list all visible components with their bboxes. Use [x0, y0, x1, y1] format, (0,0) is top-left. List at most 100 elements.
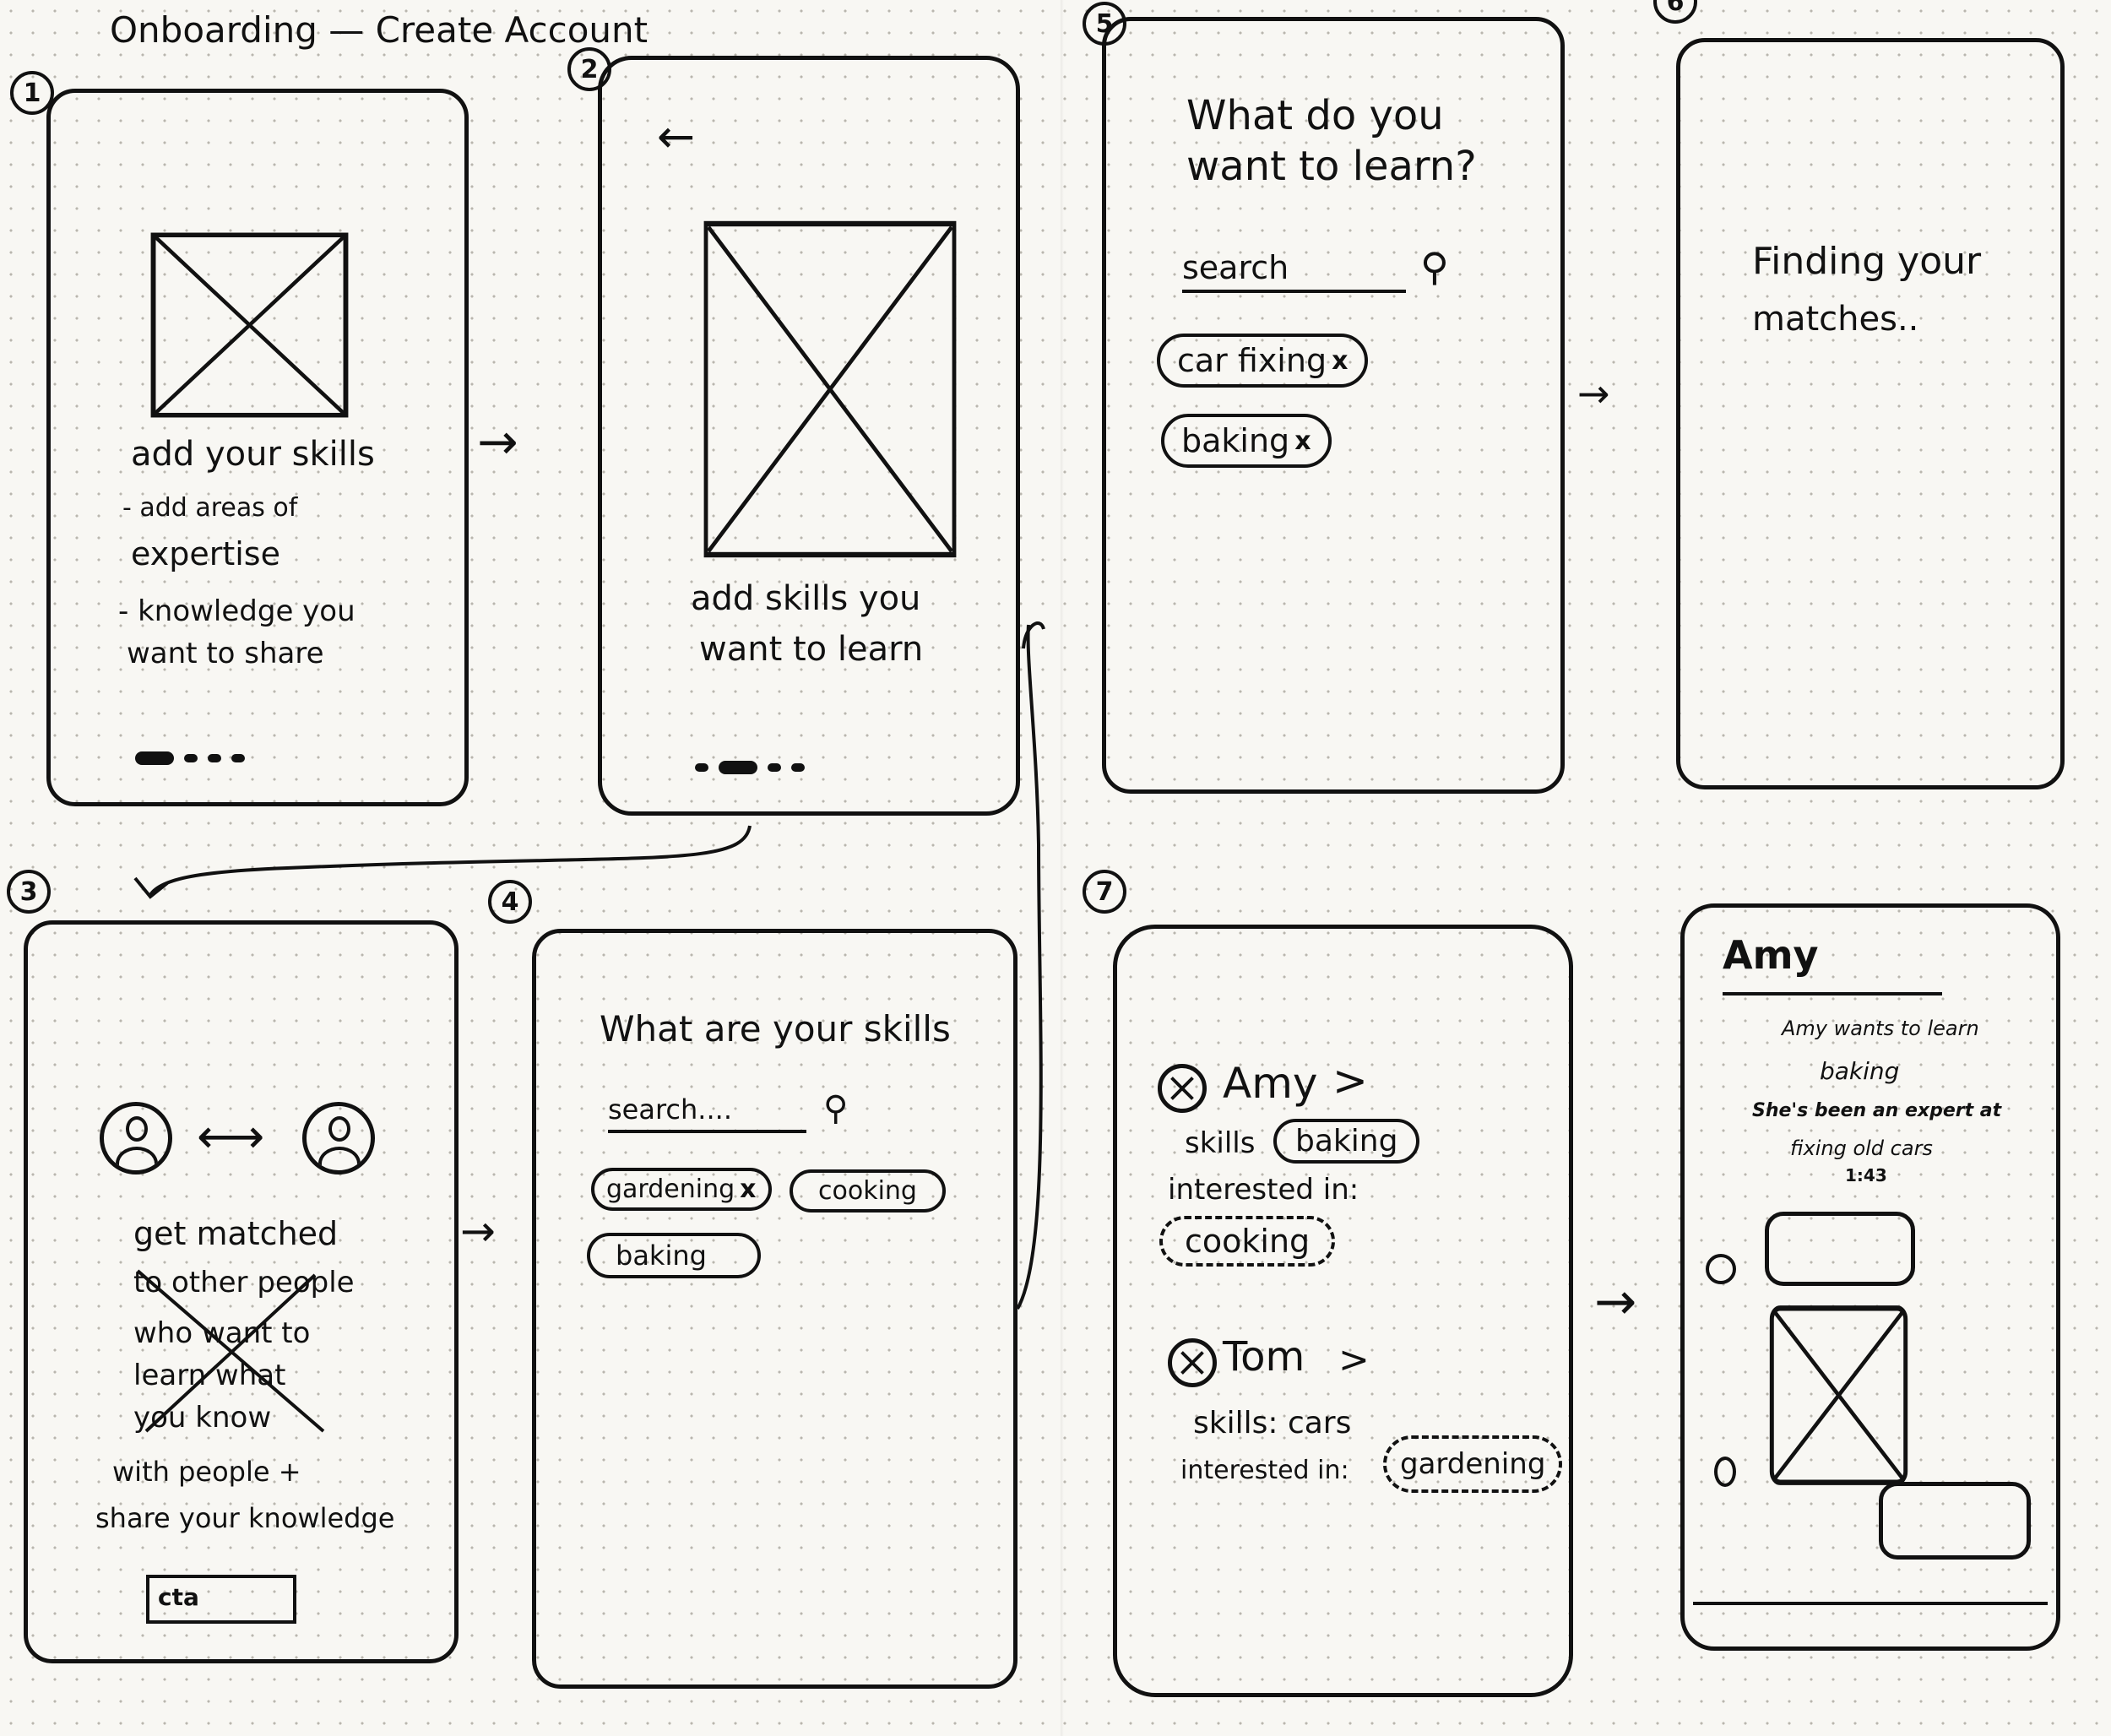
chip-label: baking	[1295, 1124, 1398, 1158]
step-number-4: 4	[488, 880, 532, 924]
incoming-message-bubble[interactable]	[1765, 1212, 1915, 1286]
arrow-1-to-2: →	[477, 413, 518, 470]
back-arrow-icon[interactable]: ←	[657, 110, 695, 163]
arrow-3-to-4: →	[460, 1207, 496, 1256]
pagination-dots[interactable]	[695, 761, 805, 774]
strike-through-mark	[136, 1269, 325, 1433]
screen-7-match-list: Amy > skills baking interested in: cooki…	[1113, 925, 1573, 1697]
step-number-label: 4	[501, 887, 519, 917]
step-number-label: 6	[1666, 0, 1685, 17]
screen-1-heading: add your skills	[131, 435, 375, 474]
chip-label: cooking	[818, 1176, 917, 1206]
learn-chip-baking[interactable]: baking x	[1161, 414, 1332, 468]
remove-chip-icon[interactable]: x	[1294, 426, 1311, 456]
skill-chip-gardening[interactable]: gardening x	[591, 1168, 772, 1211]
search-placeholder: search....	[608, 1093, 732, 1126]
image-placeholder	[150, 232, 349, 418]
shared-image-placeholder[interactable]	[1769, 1305, 1908, 1486]
notebook-fold	[1061, 0, 1064, 1736]
chip-label: gardening	[1400, 1447, 1546, 1481]
page-dot[interactable]	[231, 754, 245, 762]
double-arrow-icon: ⟷	[197, 1109, 265, 1164]
chip-label: baking	[616, 1240, 707, 1272]
arrow-5-to-6: →	[1577, 371, 1610, 416]
user-avatar-icon	[302, 1102, 375, 1175]
page-dot[interactable]	[791, 763, 805, 772]
chip-label: gardening	[606, 1175, 735, 1204]
screen-5-title-line2: want to learn?	[1186, 143, 1477, 190]
chat-info-line3: She's been an expert at	[1752, 1100, 2002, 1121]
pagination-dots[interactable]	[135, 751, 245, 765]
chat-info-line2: baking	[1820, 1057, 1900, 1085]
message-input-bar[interactable]	[1693, 1602, 2048, 1605]
chevron-right-icon[interactable]: >	[1338, 1338, 1370, 1382]
page-dot-active[interactable]	[135, 751, 174, 765]
continue-button[interactable]: cta	[146, 1575, 296, 1624]
chevron-right-icon[interactable]: >	[1332, 1056, 1368, 1106]
step-number-label: 3	[19, 876, 38, 907]
skill-chip-baking: baking	[1273, 1119, 1420, 1164]
connector-5-head	[1022, 621, 1045, 649]
page-dot[interactable]	[208, 754, 221, 762]
screen-3-line7: share your knowledge	[95, 1502, 395, 1534]
page-dot[interactable]	[768, 763, 781, 772]
screen-1-line2: expertise	[131, 535, 280, 572]
skill-chip-baking[interactable]: baking	[587, 1233, 761, 1278]
skill-chip-cooking[interactable]: cooking	[790, 1169, 946, 1212]
search-icon[interactable]: ⚲	[1420, 245, 1449, 290]
screen-2-line1: add skills you	[691, 579, 921, 618]
outgoing-message-bubble[interactable]	[1879, 1482, 2031, 1560]
interest-chip-cooking: cooking	[1159, 1216, 1336, 1267]
skills-label: skills	[1185, 1126, 1256, 1160]
step-number-6: 6	[1653, 0, 1697, 24]
screen-6-line2: matches..	[1752, 300, 1919, 339]
avatar-placeholder-icon	[1158, 1064, 1207, 1113]
step-number-label: 2	[580, 54, 599, 84]
screen-1-add-skills: add your skills - add areas of expertise…	[46, 89, 469, 806]
chip-label: baking	[1181, 422, 1290, 459]
interested-label: interested in:	[1168, 1173, 1359, 1207]
screen-6-finding-matches: Finding your matches..	[1676, 38, 2065, 789]
skills-text: skills: cars	[1193, 1406, 1352, 1440]
name-underline	[1723, 992, 1942, 995]
sender-avatar-icon	[1714, 1457, 1736, 1487]
avatar-placeholder-icon	[1168, 1338, 1217, 1387]
step-number-label: 1	[23, 78, 41, 108]
chat-info-line1: Amy wants to learn	[1782, 1017, 1979, 1040]
connector-3-head	[133, 876, 169, 899]
page-dot-active[interactable]	[719, 761, 757, 774]
chat-contact-name: Amy	[1723, 932, 1819, 978]
screen-4-your-skills: What are your skills search.... ⚲ garden…	[532, 929, 1018, 1689]
match-name[interactable]: Amy	[1223, 1059, 1318, 1109]
chip-label: cooking	[1185, 1223, 1311, 1260]
screen-1-line4: want to share	[127, 637, 324, 670]
screen-3-line6: with people +	[112, 1456, 301, 1488]
arrow-7-to-8: →	[1594, 1272, 1637, 1332]
screen-6-line1: Finding your	[1752, 240, 1982, 283]
search-input[interactable]: search	[1182, 249, 1406, 293]
search-placeholder: search	[1182, 249, 1289, 286]
interest-chip-gardening: gardening	[1383, 1435, 1563, 1493]
chat-timestamp: 1:43	[1845, 1165, 1887, 1185]
screen-1-line3: - knowledge you	[118, 594, 355, 628]
remove-chip-icon[interactable]: x	[1332, 346, 1348, 376]
remove-chip-icon[interactable]: x	[740, 1175, 756, 1204]
page-dot[interactable]	[184, 754, 198, 762]
screen-5-want-to-learn: What do you want to learn? search ⚲ car …	[1102, 17, 1565, 794]
chat-info-line4: fixing old cars	[1790, 1137, 1933, 1160]
step-number-3: 3	[7, 870, 51, 914]
chip-label: car fixing	[1177, 342, 1327, 379]
learn-chip-car-fixing[interactable]: car fixing x	[1157, 334, 1369, 388]
page-dot[interactable]	[695, 763, 708, 772]
screen-5-title-line1: What do you	[1186, 92, 1444, 139]
match-name[interactable]: Tom	[1223, 1333, 1305, 1381]
screen-2-line2: want to learn	[699, 630, 924, 669]
search-input[interactable]: search....	[608, 1089, 806, 1133]
step-number-label: 7	[1095, 876, 1114, 907]
screen-3-get-matched: ⟷ get matched to other people who want t…	[24, 920, 459, 1663]
search-icon[interactable]: ⚲	[823, 1089, 848, 1128]
screen-3-line1: get matched	[133, 1215, 339, 1252]
user-avatar-icon	[100, 1102, 172, 1175]
image-placeholder	[703, 220, 957, 558]
sender-avatar-icon	[1706, 1254, 1736, 1284]
